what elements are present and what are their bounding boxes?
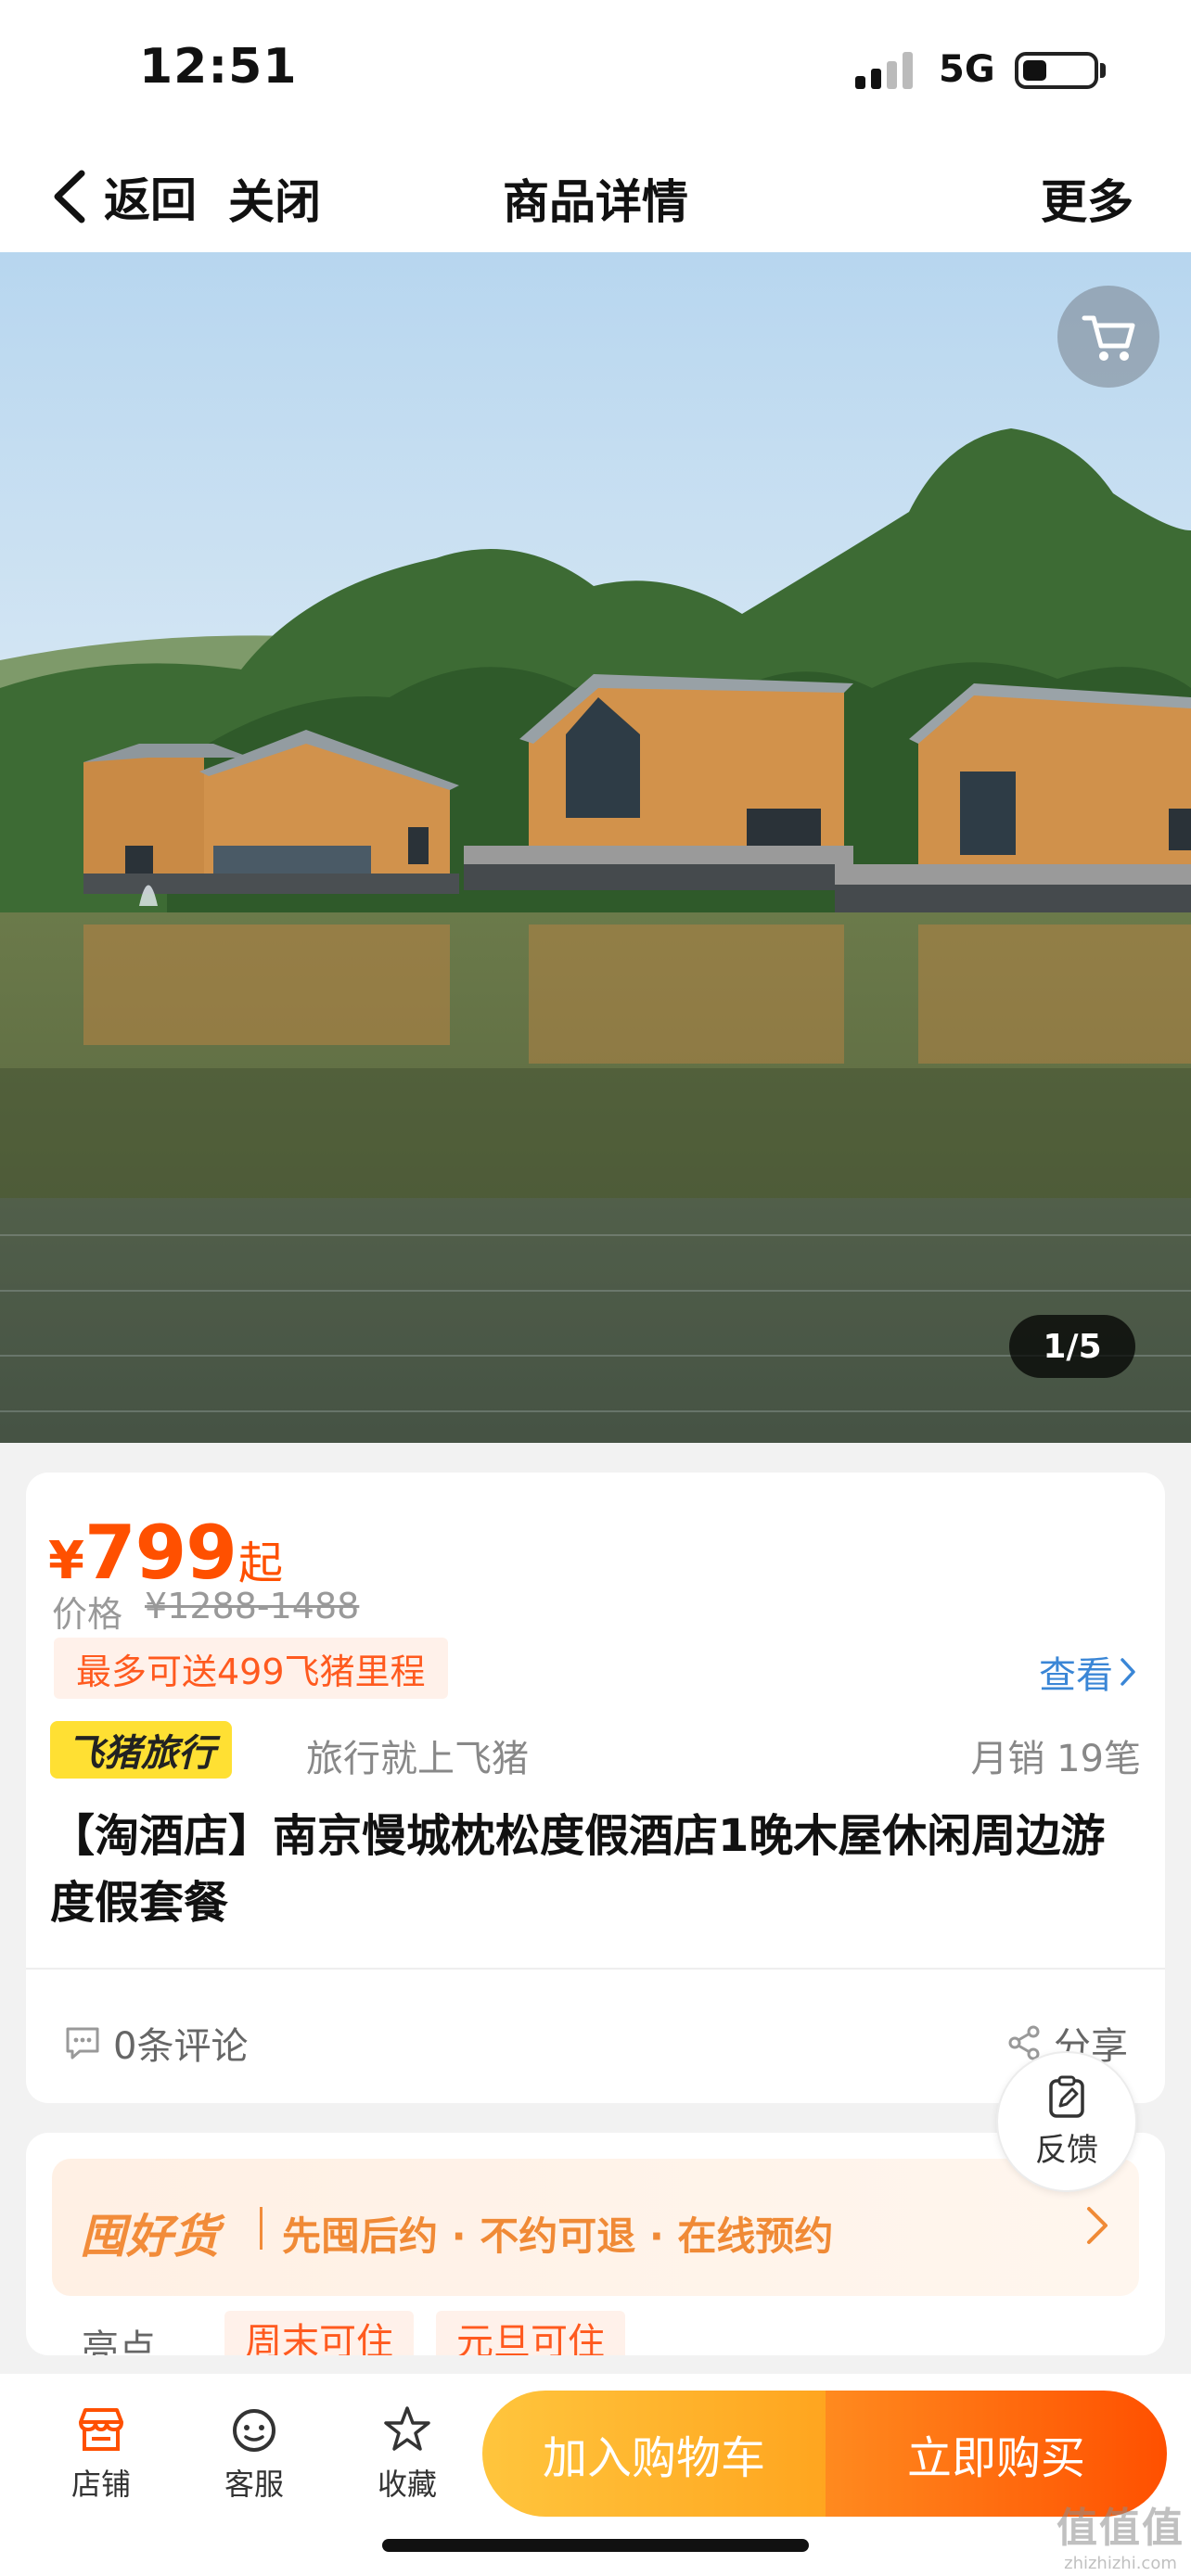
highlight-tag: 周末可住: [224, 2311, 414, 2355]
product-info-card: ¥ 799 起 价格 ¥1288-1488 最多可送499飞猪里程 查看 飞猪旅…: [26, 1473, 1165, 2103]
star-icon: [384, 2406, 430, 2451]
tab-shop[interactable]: 店铺: [50, 2405, 152, 2504]
share-icon: [1008, 2025, 1040, 2060]
comment-icon: [66, 2027, 99, 2060]
battery-tip: [1100, 63, 1106, 78]
image-page-indicator: 1/5: [1009, 1315, 1135, 1378]
battery-level: [1023, 60, 1046, 81]
promo-separator: [260, 2207, 263, 2250]
home-indicator: [382, 2539, 809, 2552]
product-title: 【淘酒店】南京慢城枕松度假酒店1晚木屋休闲周边游度假套餐: [50, 1810, 1106, 1929]
tab-favorite-label: 收藏: [377, 2467, 437, 2502]
feedback-label: 反馈: [1035, 2131, 1098, 2169]
tab-favorite[interactable]: 收藏: [356, 2405, 458, 2504]
feedback-icon: [1049, 2075, 1084, 2118]
signal-icon: [855, 52, 920, 89]
view-link[interactable]: 查看: [1039, 1645, 1137, 1699]
promo-text: 先囤后约 · 不约可退 · 在线预约: [282, 2213, 834, 2259]
comments-link[interactable]: 0条评论: [63, 2016, 248, 2070]
status-bar: 12:51 5G: [0, 0, 1191, 130]
monthly-sales: 月销 19笔: [970, 1738, 1141, 1780]
product-image-carousel[interactable]: [0, 252, 1191, 1443]
view-link-label: 查看: [1039, 1654, 1113, 1697]
chevron-right-icon: [1087, 2207, 1108, 2244]
brand-badge[interactable]: 飞猪旅行: [50, 1721, 232, 1779]
currency-symbol: ¥: [48, 1531, 84, 1591]
chevron-right-icon: [1121, 1658, 1135, 1686]
back-label: 返回: [104, 173, 197, 227]
watermark-url: zhizhizhi.com: [1064, 2554, 1177, 2573]
shop-icon: [79, 2408, 123, 2451]
price-suffix: 起: [237, 1537, 283, 1589]
tab-shop-label: 店铺: [70, 2467, 131, 2502]
network-type: 5G: [939, 48, 995, 91]
divider: [26, 1968, 1165, 1970]
watermark-text: 值值值: [1057, 2505, 1185, 2552]
tab-service[interactable]: 客服: [203, 2405, 305, 2504]
battery-icon: [1015, 52, 1098, 89]
original-price-value: ¥1288-1488: [145, 1586, 360, 1626]
highlights-label: 亮点: [82, 2327, 156, 2355]
more-button[interactable]: 更多: [1041, 165, 1133, 232]
nav-bar: 返回 关闭 商品详情 更多: [0, 130, 1191, 252]
original-price-label: 价格: [52, 1594, 123, 1635]
chevron-left-icon: [54, 170, 85, 223]
back-button[interactable]: 返回: [48, 163, 197, 230]
promo-banner[interactable]: 囤好货 先囤后约 · 不约可退 · 在线预约: [52, 2159, 1139, 2296]
comments-count: 0条评论: [113, 2025, 249, 2068]
cart-button[interactable]: [1057, 286, 1159, 388]
watermark: 值值值 zhizhizhi.com: [1056, 2494, 1185, 2573]
tab-service-label: 客服: [224, 2467, 284, 2502]
status-time: 12:51: [139, 39, 298, 95]
brand-slogan: 旅行就上飞猪: [306, 1738, 529, 1780]
miles-tag: 最多可送499飞猪里程: [54, 1638, 448, 1699]
highlight-tag: 元旦可住: [436, 2311, 625, 2355]
price: ¥ 799 起: [48, 1510, 283, 1596]
promo-logo: 囤好货: [80, 2210, 219, 2264]
cart-icon: [1082, 315, 1135, 361]
add-to-cart-button[interactable]: 加入购物车: [482, 2391, 826, 2517]
feedback-button[interactable]: 反馈: [996, 2051, 1137, 2192]
close-button[interactable]: 关闭: [228, 165, 321, 232]
product-photo: [0, 252, 1191, 1443]
promo-card: 囤好货 先囤后约 · 不约可退 · 在线预约 亮点 周末可住 元旦可住: [26, 2133, 1165, 2355]
brand-row: 飞猪旅行 旅行就上飞猪 月销 19笔: [50, 1717, 1141, 1782]
original-price: 价格 ¥1288-1488: [52, 1586, 359, 1637]
price-value: 799: [83, 1510, 237, 1596]
service-icon: [233, 2409, 275, 2452]
